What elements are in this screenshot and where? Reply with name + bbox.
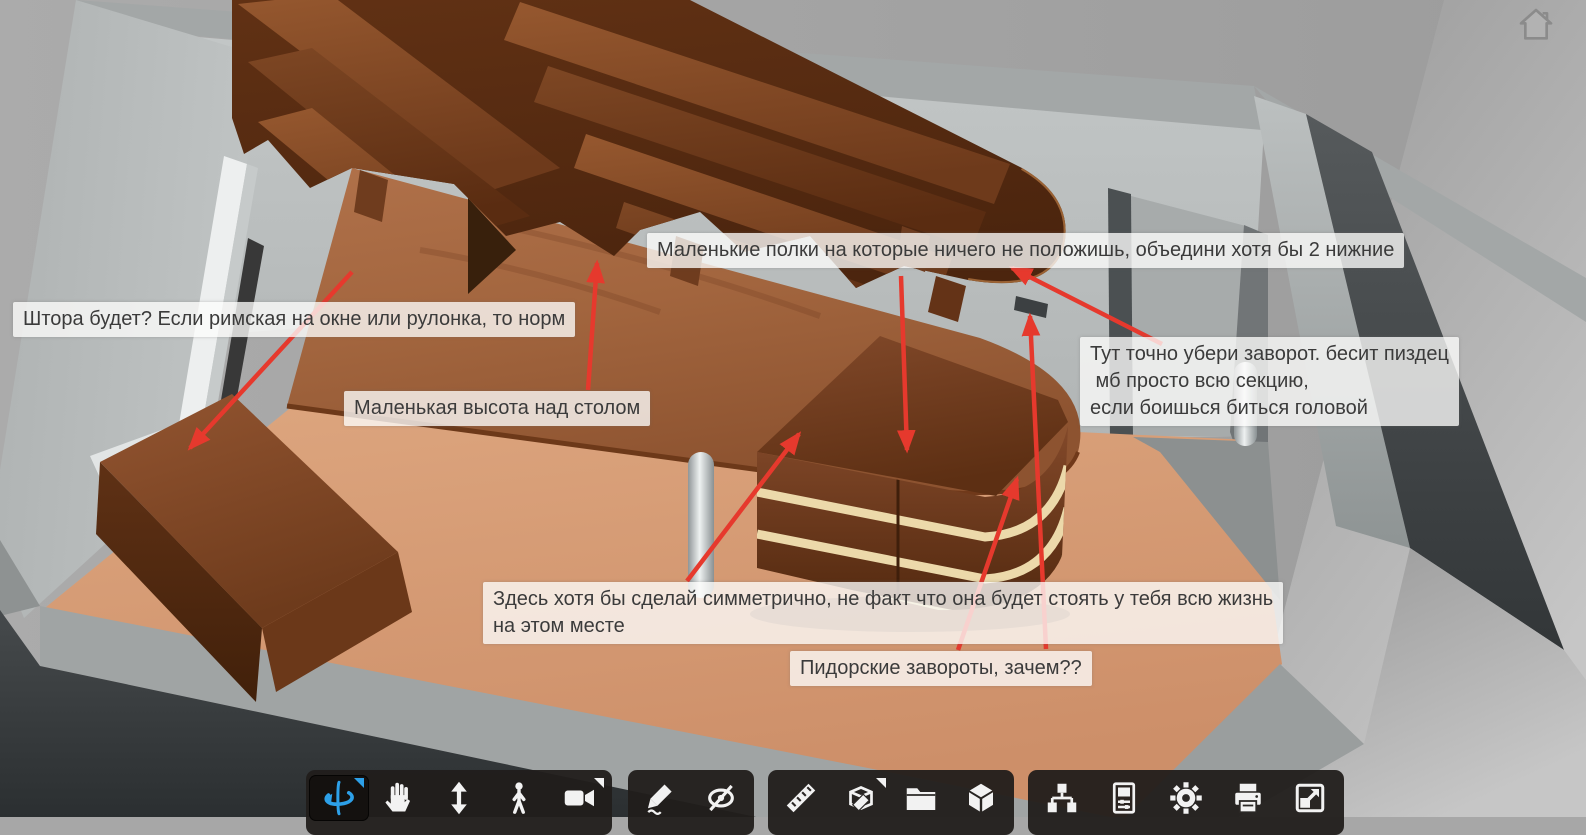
fullscreen-icon bbox=[1295, 783, 1325, 813]
walk-button[interactable] bbox=[489, 775, 549, 821]
hide-eye-icon bbox=[708, 784, 734, 812]
3d-object-button[interactable] bbox=[951, 775, 1011, 821]
properties-icon bbox=[1112, 782, 1136, 814]
elevation-icon bbox=[451, 781, 467, 815]
flyout-triangle-icon bbox=[354, 778, 364, 788]
print-icon bbox=[1235, 783, 1261, 814]
flyout-triangle-icon bbox=[876, 778, 886, 788]
edit-object-icon bbox=[849, 786, 873, 812]
home-icon bbox=[1519, 8, 1553, 40]
folder-icon bbox=[906, 788, 936, 810]
note-desk-height[interactable]: Маленькая высота над столом bbox=[344, 391, 651, 426]
print-button[interactable] bbox=[1217, 775, 1279, 821]
camera-button[interactable] bbox=[549, 775, 609, 821]
camera-icon bbox=[564, 789, 594, 807]
draw-button[interactable] bbox=[631, 775, 691, 821]
home-button[interactable] bbox=[1516, 5, 1556, 50]
walk-icon bbox=[512, 782, 526, 814]
open-project-button[interactable] bbox=[891, 775, 951, 821]
pan-button[interactable] bbox=[369, 775, 429, 821]
cube-icon bbox=[969, 783, 993, 812]
note-remove-corner[interactable]: Тут точно убери заворот. бесит пиздец мб… bbox=[1080, 337, 1459, 426]
pencil-icon bbox=[647, 784, 672, 815]
toolbar-settings-group bbox=[1028, 770, 1344, 835]
toolbar-edit-group bbox=[628, 770, 754, 835]
app-root: { "scene": { "type": "3d-room-plan-view"… bbox=[0, 0, 1586, 835]
note-small-shelves[interactable]: Маленькие полки на которые ничего не пол… bbox=[647, 233, 1405, 268]
note-symmetry[interactable]: Здесь хотя бы сделай симметрично, не фак… bbox=[483, 582, 1284, 644]
pan-hand-icon bbox=[385, 782, 411, 812]
orbit-button[interactable] bbox=[309, 775, 369, 821]
toolbar-view-group bbox=[306, 770, 612, 835]
toolbar-tools-group bbox=[768, 770, 1014, 835]
orbit-icon bbox=[324, 780, 354, 816]
ruler-icon bbox=[786, 783, 816, 813]
structure-icon bbox=[1047, 783, 1077, 813]
fullscreen-button[interactable] bbox=[1279, 775, 1341, 821]
note-curtain[interactable]: Штора будет? Если римская на окне или ру… bbox=[13, 302, 576, 337]
properties-button[interactable] bbox=[1093, 775, 1155, 821]
structure-button[interactable] bbox=[1031, 775, 1093, 821]
settings-button[interactable] bbox=[1155, 775, 1217, 821]
measure-button[interactable] bbox=[771, 775, 831, 821]
note-curved-fronts[interactable]: Пидорские завороты, зачем?? bbox=[790, 651, 1092, 686]
elevation-button[interactable] bbox=[429, 775, 489, 821]
flyout-triangle-icon bbox=[594, 778, 604, 788]
hide-button[interactable] bbox=[691, 775, 751, 821]
edit-object-button[interactable] bbox=[831, 775, 891, 821]
settings-gear-icon bbox=[1170, 782, 1202, 814]
